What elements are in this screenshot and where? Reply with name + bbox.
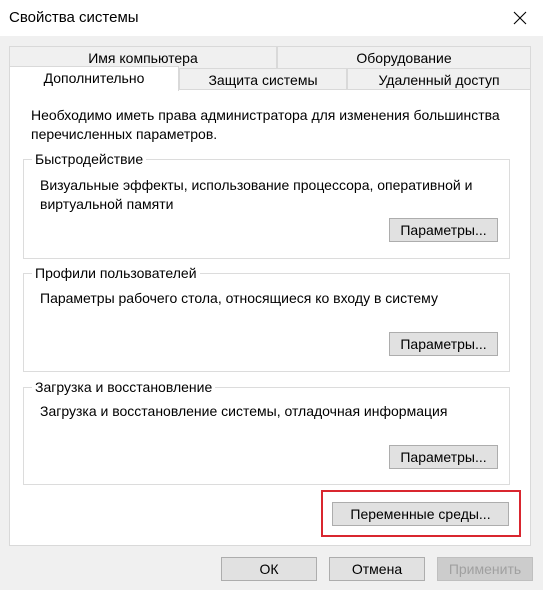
tab-system-protection[interactable]: Защита системы (179, 68, 347, 90)
tab-hardware[interactable]: Оборудование (277, 46, 531, 68)
startup-recovery-group: Загрузка и восстановление Загрузка и вос… (23, 378, 510, 485)
user-profiles-description: Параметры рабочего стола, относящиеся ко… (40, 290, 438, 306)
startup-recovery-settings-button[interactable]: Параметры... (389, 445, 498, 469)
user-profiles-title: Профили пользователей (32, 264, 200, 282)
performance-settings-button[interactable]: Параметры... (389, 218, 498, 242)
user-profiles-group: Профили пользователей Параметры рабочего… (23, 264, 510, 372)
admin-notice: Необходимо иметь права администратора дл… (31, 107, 500, 142)
performance-description: Визуальные эффекты, использование процес… (40, 177, 473, 212)
user-profiles-settings-button[interactable]: Параметры... (389, 332, 498, 356)
title-bar: Свойства системы (0, 0, 543, 36)
ok-button[interactable]: ОК (221, 557, 317, 581)
tab-remote-access[interactable]: Удаленный доступ (347, 68, 531, 90)
performance-group: Быстродействие Визуальные эффекты, испол… (23, 150, 510, 259)
tab-advanced[interactable]: Дополнительно (9, 66, 179, 91)
apply-button[interactable]: Применить (437, 557, 533, 581)
startup-recovery-description: Загрузка и восстановление системы, отлад… (40, 403, 448, 419)
close-button[interactable] (497, 0, 543, 36)
close-icon (513, 11, 527, 25)
environment-variables-button[interactable]: Переменные среды... (332, 502, 509, 526)
tab-computer-name[interactable]: Имя компьютера (9, 46, 277, 68)
window-title: Свойства системы (9, 9, 139, 26)
cancel-button[interactable]: Отмена (329, 557, 425, 581)
startup-recovery-title: Загрузка и восстановление (32, 378, 216, 396)
performance-title: Быстродействие (32, 150, 147, 168)
